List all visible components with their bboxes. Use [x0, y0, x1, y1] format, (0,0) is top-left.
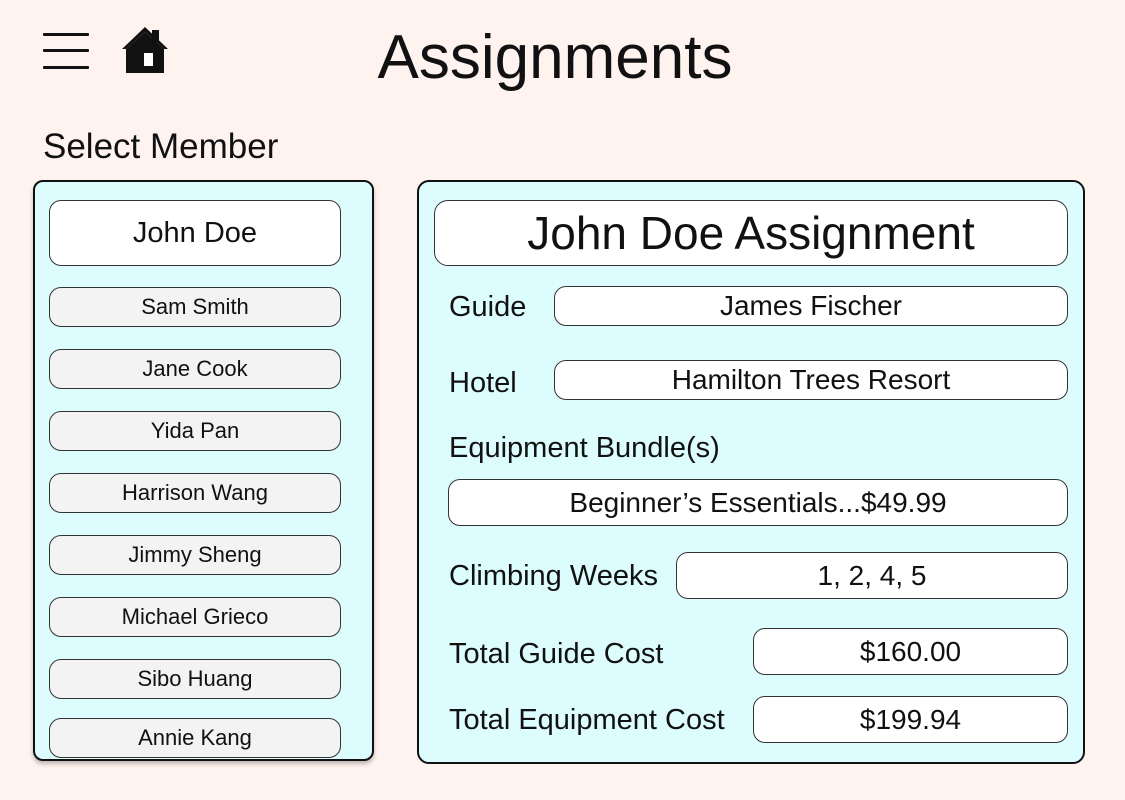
- member-button[interactable]: Harrison Wang: [49, 473, 341, 513]
- member-button[interactable]: Annie Kang: [49, 718, 341, 758]
- assignment-panel: John Doe Assignment Guide James Fischer …: [417, 180, 1085, 764]
- menu-line: [43, 33, 89, 36]
- page-title: Assignments: [377, 23, 733, 92]
- equipment-bundle-label: Equipment Bundle(s): [449, 432, 720, 464]
- guide-field[interactable]: James Fischer: [554, 286, 1068, 326]
- climbing-weeks-label: Climbing Weeks: [449, 560, 658, 592]
- menu-line: [43, 66, 89, 69]
- home-icon-graphic: [122, 27, 168, 73]
- total-equipment-cost-label: Total Equipment Cost: [449, 704, 725, 736]
- hotel-label: Hotel: [449, 367, 517, 399]
- member-button[interactable]: Jimmy Sheng: [49, 535, 341, 575]
- menu-line: [43, 49, 89, 52]
- select-member-label: Select Member: [43, 127, 279, 166]
- total-equipment-cost-field: $199.94: [753, 696, 1068, 743]
- member-button[interactable]: Sam Smith: [49, 287, 341, 327]
- climbing-weeks-field[interactable]: 1, 2, 4, 5: [676, 552, 1068, 599]
- member-button[interactable]: Sibo Huang: [49, 659, 341, 699]
- member-button[interactable]: Yida Pan: [49, 411, 341, 451]
- member-button[interactable]: Jane Cook: [49, 349, 341, 389]
- home-icon[interactable]: [119, 25, 171, 77]
- assignment-title: John Doe Assignment: [434, 200, 1068, 266]
- total-guide-cost-field: $160.00: [753, 628, 1068, 675]
- guide-label: Guide: [449, 291, 527, 323]
- selected-member-button[interactable]: John Doe: [49, 200, 341, 266]
- member-list-panel: John Doe Sam Smith Jane Cook Yida Pan Ha…: [33, 180, 374, 761]
- hotel-field[interactable]: Hamilton Trees Resort: [554, 360, 1068, 400]
- hamburger-menu-icon[interactable]: [43, 33, 89, 69]
- member-button[interactable]: Michael Grieco: [49, 597, 341, 637]
- equipment-bundle-field[interactable]: Beginner’s Essentials...$49.99: [448, 479, 1068, 526]
- total-guide-cost-label: Total Guide Cost: [449, 638, 664, 670]
